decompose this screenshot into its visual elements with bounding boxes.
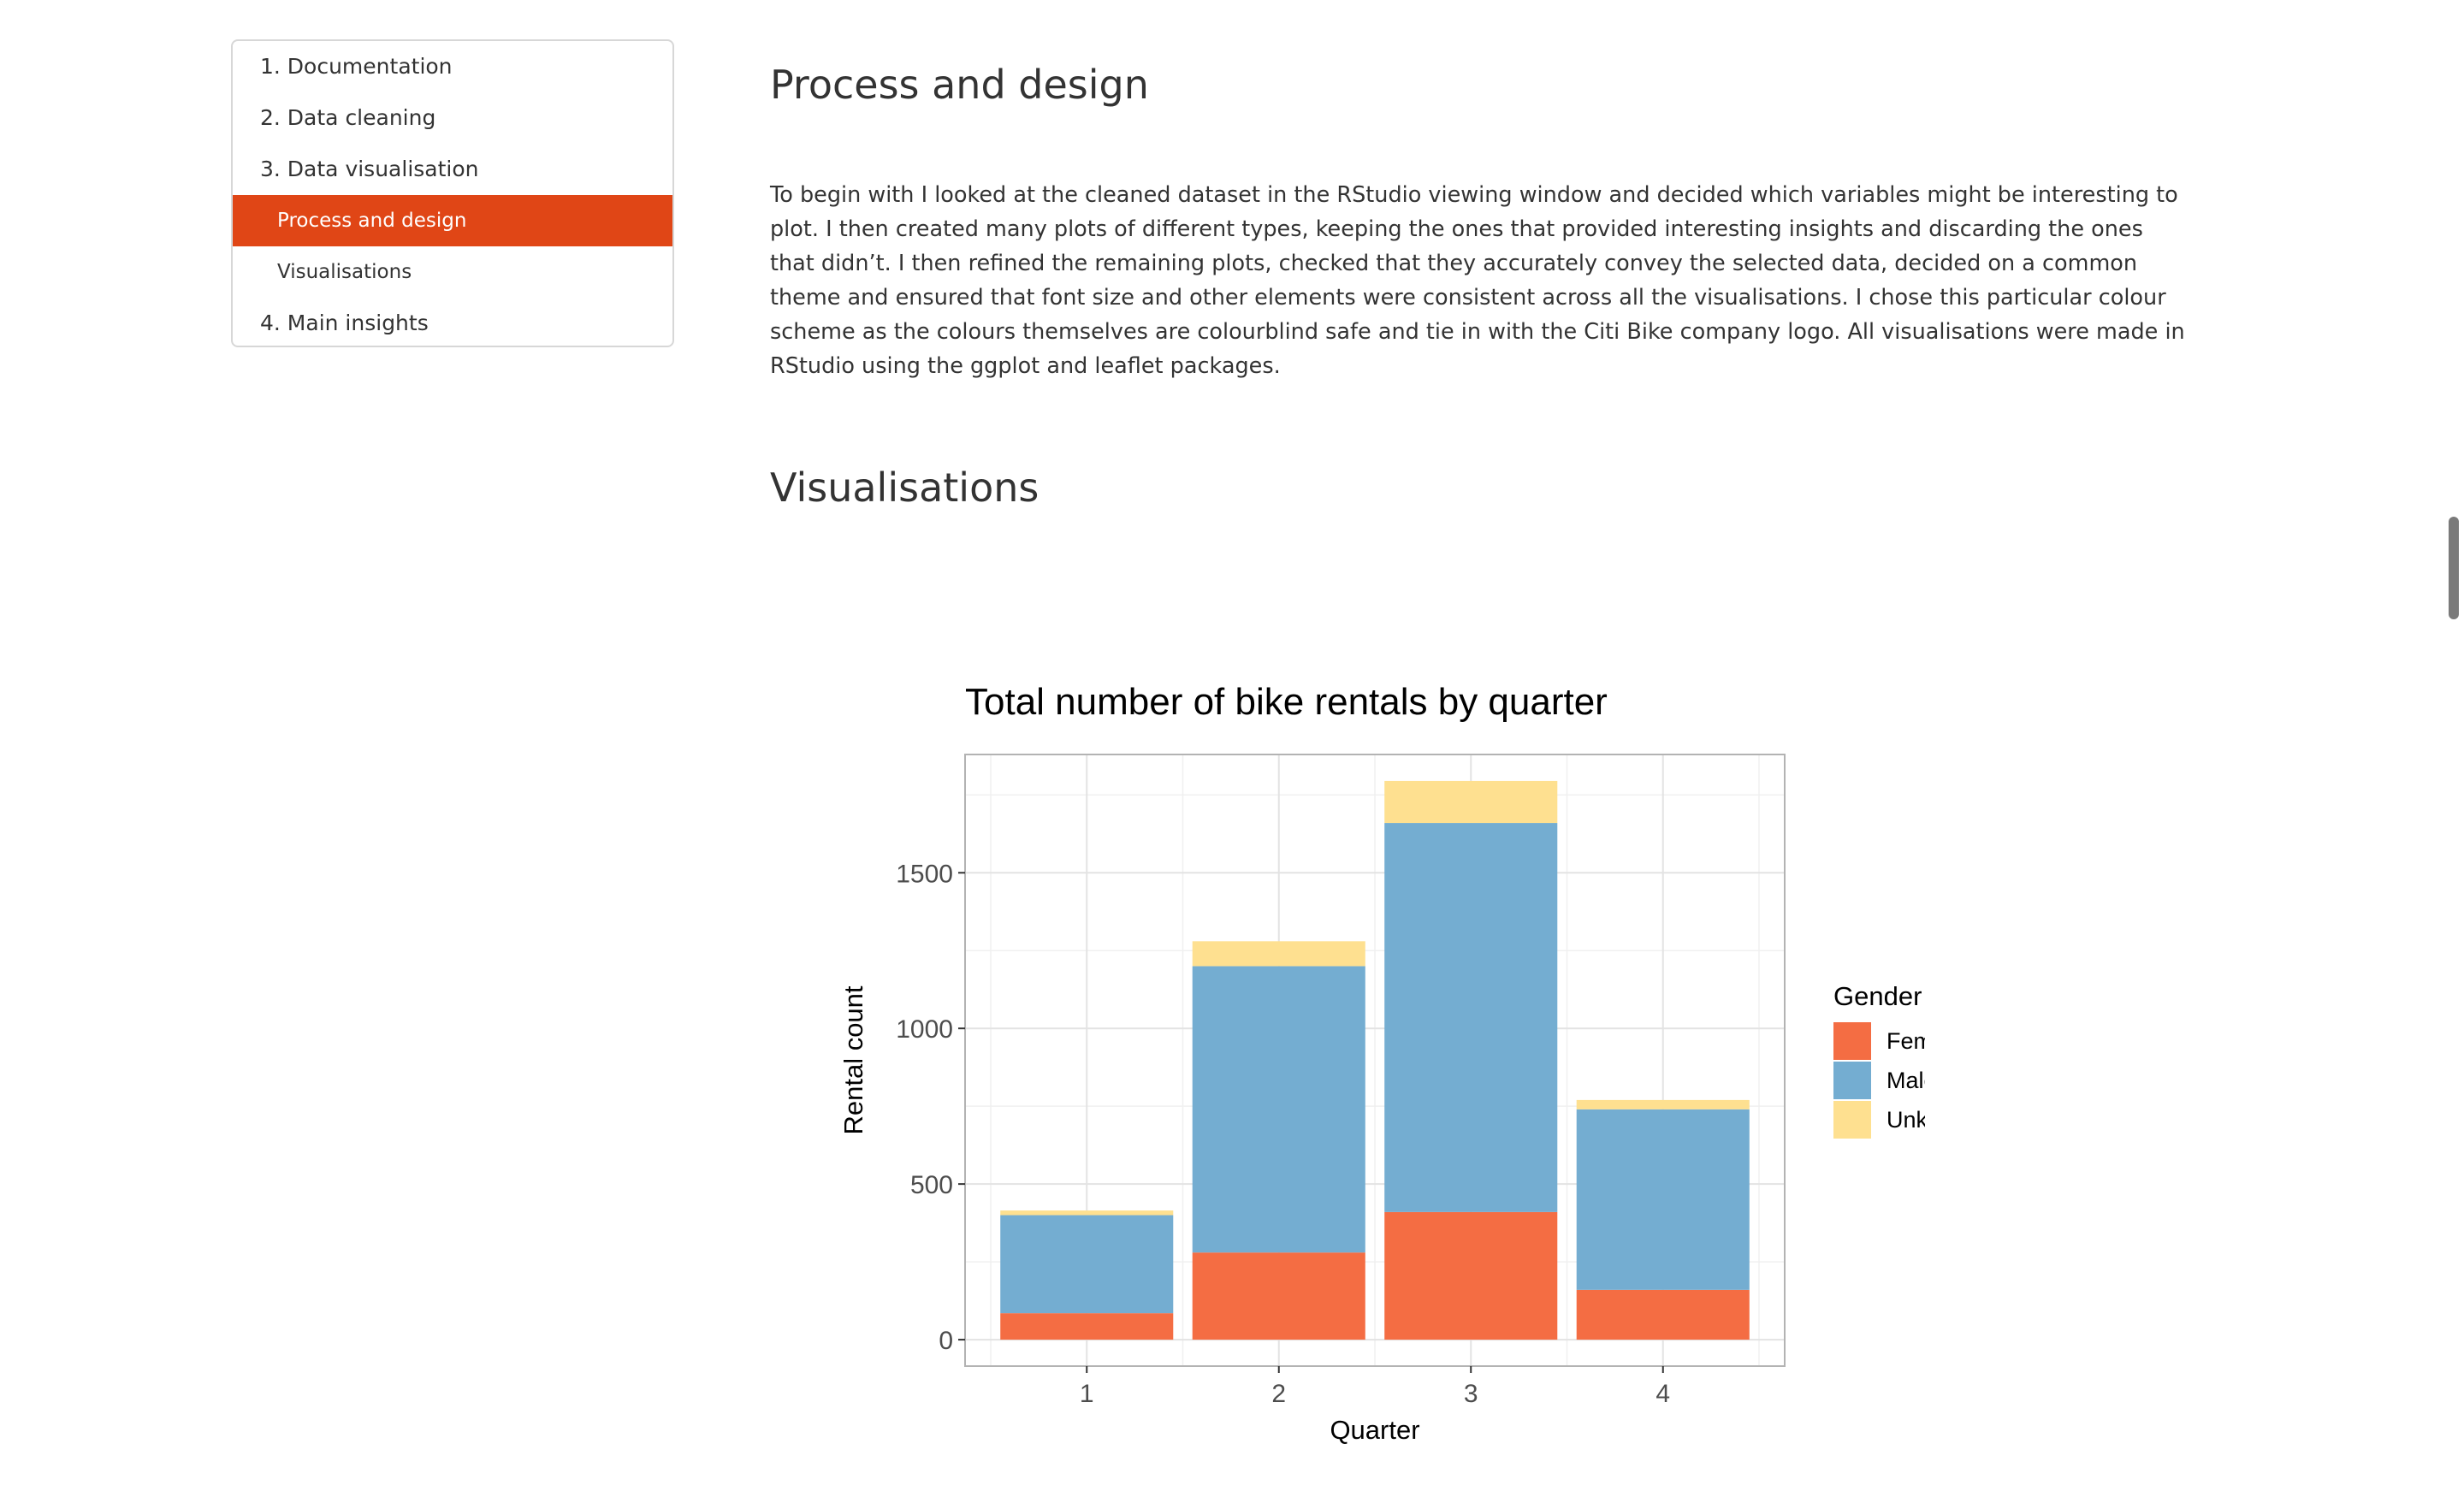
bar-q2-female [1192,1252,1365,1340]
bar-q3-male [1384,823,1558,1212]
x-tick-label: 1 [1080,1380,1094,1408]
legend-key-unknown [1833,1101,1871,1139]
chart-title: Total number of bike rentals by quarter [965,681,1608,723]
chart-svg: 0 500 1000 1500 1 2 3 4 Total number of bike ren… [838,681,1925,1445]
toc-item-process-and-design[interactable]: Process and design [233,195,672,246]
scrollbar-thumb[interactable] [2449,517,2459,619]
x-axis-title: Quarter [1330,1415,1419,1445]
toc-item-main-insights[interactable]: 4. Main insights [233,298,672,346]
section-title-process-and-design: Process and design [770,62,1149,108]
x-tick-label: 4 [1656,1380,1670,1408]
toc-item-data-visualisation[interactable]: 3. Data visualisation [233,144,672,195]
toc-item-visualisations[interactable]: Visualisations [233,246,672,298]
section-title-visualisations: Visualisations [770,464,1040,511]
bar-q1-male [1000,1215,1174,1314]
bar-q2-unknown [1192,941,1365,967]
legend-label-unknown: Unknown [1886,1107,1925,1133]
table-of-contents: 1. Documentation 2. Data cleaning 3. Data … [231,39,674,347]
bar-q1-unknown [1000,1210,1174,1216]
process-paragraph: To begin with I looked at the cleaned da… [770,182,2185,379]
bar-q4-female [1576,1289,1750,1340]
legend-title: Gender [1833,981,1922,1011]
legend-label-female: Female [1886,1028,1925,1054]
bar-q1-female [1000,1313,1174,1340]
y-axis-title: Rental count [838,985,868,1134]
y-tick-label: 500 [910,1171,953,1199]
y-tick-label: 1500 [896,860,953,888]
legend-key-female [1833,1022,1871,1060]
x-tick-label: 2 [1271,1380,1286,1408]
rentals-by-quarter-chart: 0 500 1000 1500 1 2 3 4 Total number of bike ren… [770,633,1925,1454]
legend-label-male: Male [1886,1068,1925,1093]
toc-item-documentation[interactable]: 1. Documentation [233,41,672,92]
x-tick-label: 3 [1464,1380,1478,1408]
y-tick-label: 0 [939,1327,953,1355]
bar-q4-unknown [1576,1099,1750,1109]
toc-item-data-cleaning[interactable]: 2. Data cleaning [233,92,672,144]
bar-q3-unknown [1384,780,1558,824]
bar-q2-male [1192,966,1365,1253]
bar-q3-female [1384,1211,1558,1340]
legend-key-male [1833,1062,1871,1099]
y-tick-label: 1000 [896,1015,953,1044]
bar-q4-male [1576,1109,1750,1290]
